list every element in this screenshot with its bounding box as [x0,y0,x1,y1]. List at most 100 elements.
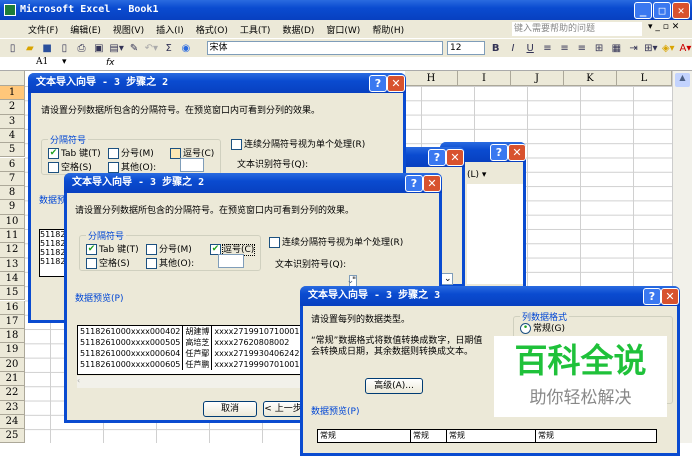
italic-button[interactable]: I [506,42,519,55]
column-header-K[interactable]: K [564,71,617,86]
row-header[interactable]: 3 [0,114,25,129]
preview-horizontal-scrollbar[interactable]: ‹ [77,376,307,388]
row-header[interactable]: 21 [0,372,25,387]
currency-icon[interactable]: ▦ [610,42,623,55]
tab-checkbox[interactable]: ✔ Tab 键(T) [48,146,101,159]
undo-icon[interactable]: ↶▾ [145,42,158,55]
new-icon[interactable]: ▯ [6,42,19,55]
other-input[interactable] [180,158,204,172]
row-header[interactable]: 22 [0,386,25,401]
help-button[interactable]: ? [405,175,423,192]
row-header[interactable]: 11 [0,229,25,244]
row-header[interactable]: 20 [0,357,25,372]
help-button[interactable]: ? [369,75,387,92]
corner-select-all[interactable] [0,71,25,86]
help-search-input[interactable]: 键入需要帮助的问题 [512,22,642,36]
list-box[interactable] [467,184,523,284]
preview-header[interactable]: 常规 [411,430,447,442]
semicolon-checkbox[interactable]: 分号(M) [146,242,192,255]
underline-button[interactable]: U [524,42,537,55]
menu-format[interactable]: 格式(O) [196,23,228,36]
dialog-close-button[interactable]: ✕ [661,288,679,305]
semicolon-checkbox[interactable]: 分号(M) [108,146,154,159]
other-checkbox[interactable]: 其他(O): [146,256,194,269]
font-size-select[interactable]: 12 [447,41,486,55]
row-header[interactable]: 17 [0,314,25,330]
research-icon[interactable]: ▣ [92,42,105,55]
close-button[interactable]: ✕ [672,2,690,19]
row-header[interactable]: 13 [0,257,25,272]
format-painter-icon[interactable]: ✎ [127,42,140,55]
align-left-icon[interactable]: ≡ [541,42,554,55]
other-input[interactable] [218,254,244,268]
menu-insert[interactable]: 插入(I) [156,23,184,36]
space-checkbox[interactable]: 空格(S) [86,256,130,269]
help-button[interactable]: ? [490,144,508,161]
row-header[interactable]: 24 [0,414,25,430]
row-header[interactable]: 7 [0,171,25,187]
row-header[interactable]: 12 [0,243,25,258]
font-select[interactable]: 宋体 [206,41,444,55]
indent-icon[interactable]: ⇥ [627,42,640,55]
row-header[interactable]: 5 [0,143,25,158]
column-header-L[interactable]: L [617,71,672,86]
general-radio[interactable]: • 常规(G) [520,321,565,334]
merge-center-icon[interactable]: ⊞ [592,42,605,55]
row-header[interactable]: 19 [0,343,25,358]
help-button[interactable]: ? [428,149,446,166]
row-header[interactable]: 10 [0,214,25,229]
fx-icon[interactable]: fx [106,58,115,68]
help-button[interactable]: ? [643,288,661,305]
help-icon[interactable]: ◉ [179,42,192,55]
consecutive-checkbox[interactable]: 连续分隔符号视为单个处理(R) [231,137,365,150]
row-header[interactable]: 25 [0,429,25,444]
open-icon[interactable]: ▰ [23,42,36,55]
column-header-I[interactable]: I [458,71,511,86]
row-header[interactable]: 1 [0,86,25,101]
menu-help[interactable]: 帮助(H) [372,23,404,36]
dialog-close-button[interactable]: ✕ [508,144,526,161]
minimize-button[interactable]: _ [634,2,652,19]
dialog-close-button[interactable]: ✕ [423,175,441,192]
row-header[interactable]: 18 [0,329,25,344]
menu-view[interactable]: 视图(V) [113,23,144,36]
preview-header[interactable]: 常规 [318,430,411,442]
menu-tools[interactable]: 工具(T) [240,23,271,36]
space-checkbox[interactable]: 空格(S) [48,160,92,173]
row-header[interactable]: 8 [0,186,25,201]
align-right-icon[interactable]: ≡ [575,42,588,55]
dropdown-arrow-icon[interactable]: ⌄ [441,273,453,285]
fill-color-icon[interactable]: ◈▾ [662,42,675,55]
save-icon[interactable]: ■ [40,42,53,55]
other-checkbox[interactable]: 其他(O): [108,160,156,173]
autosum-button[interactable]: Σ [162,42,175,55]
permission-icon[interactable]: ▯ [58,42,71,55]
row-header[interactable]: 23 [0,400,25,415]
font-color-icon[interactable]: A▾ [679,42,692,55]
dialog-close-button[interactable]: ✕ [446,149,464,166]
row-header[interactable]: 9 [0,200,25,215]
borders-icon[interactable]: ⊞▾ [644,42,657,55]
back-button[interactable]: < 上一步 [263,401,303,417]
row-header[interactable]: 15 [0,286,25,301]
menu-edit[interactable]: 编辑(E) [70,23,101,36]
name-box[interactable]: A1 ▾ [0,57,90,70]
doc-window-controls[interactable]: ▾ _ ▫ ✕ [648,22,679,32]
menu-file[interactable]: 文件(F) [28,23,58,36]
preview-header[interactable]: 常规 [447,430,536,442]
row-header[interactable]: 14 [0,271,25,287]
column-header-J[interactable]: J [511,71,564,86]
paste-icon[interactable]: ▤▾ [109,42,123,55]
consecutive-checkbox[interactable]: 连续分隔符号视为单个处理(R) [269,235,403,248]
align-center-icon[interactable]: ≡ [558,42,571,55]
row-header[interactable]: 4 [0,128,25,144]
bold-button[interactable]: B [489,42,502,55]
maximize-button[interactable]: □ [653,2,671,19]
column-header-H[interactable]: H [405,71,458,86]
cancel-button[interactable]: 取消 [203,401,257,417]
advanced-button[interactable]: 高级(A)... [365,378,423,394]
name-box-dropdown-icon[interactable]: ▾ [62,57,67,67]
row-header[interactable]: 6 [0,157,25,172]
dialog-close-button[interactable]: ✕ [387,75,405,92]
print-icon[interactable]: ⎙ [75,42,88,55]
